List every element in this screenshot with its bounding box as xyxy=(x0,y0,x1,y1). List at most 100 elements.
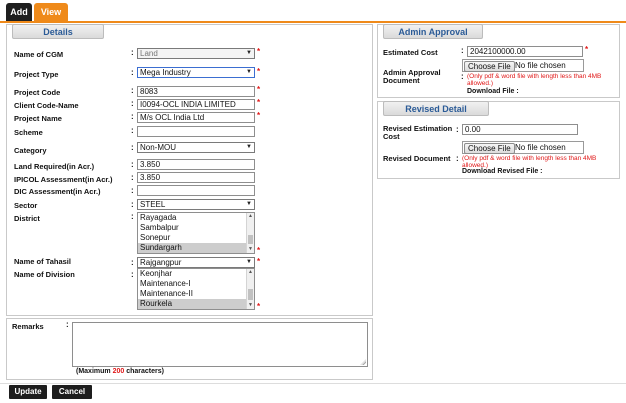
chevron-down-icon: ▼ xyxy=(246,50,252,56)
sector-label: Sector xyxy=(14,201,38,210)
scroll-thumb[interactable] xyxy=(248,289,253,300)
scheme-input[interactable] xyxy=(137,126,255,137)
list-item-selected[interactable]: Rourkela xyxy=(138,299,254,309)
admin-approval-header: Admin Approval xyxy=(383,24,483,39)
tab-add[interactable]: Add xyxy=(6,3,32,21)
remarks-textarea[interactable] xyxy=(72,322,368,367)
project-type-label: Project Type xyxy=(14,70,59,79)
list-item[interactable]: Keonjhar xyxy=(138,269,254,279)
colon: : xyxy=(131,112,134,121)
scroll-down-icon[interactable]: ▼ xyxy=(247,302,254,309)
scheme-label: Scheme xyxy=(14,128,43,137)
revised-cost-input[interactable]: 0.00 xyxy=(462,124,578,135)
colon: : xyxy=(461,72,464,81)
list-item[interactable]: Sonepur xyxy=(138,233,254,243)
list-item[interactable]: Sambalpur xyxy=(138,223,254,233)
dic-input[interactable] xyxy=(137,185,255,196)
scroll-up-icon[interactable]: ▲ xyxy=(247,213,254,220)
required-marker: * xyxy=(257,111,261,120)
colon: : xyxy=(456,125,459,134)
scrollbar[interactable]: ▲ ▼ xyxy=(246,213,254,253)
cancel-button[interactable]: Cancel xyxy=(52,385,92,399)
required-marker: * xyxy=(257,302,261,311)
remarks-note-prefix: (Maximum xyxy=(76,368,113,375)
admin-approval-file-input[interactable]: Choose File No file chosen xyxy=(462,59,584,72)
no-file-text: No file chosen xyxy=(515,61,566,70)
revised-file-note: (Only pdf & word file with length less t… xyxy=(462,155,597,169)
colon: : xyxy=(131,186,134,195)
list-item[interactable]: Rayagada xyxy=(138,213,254,223)
list-item-selected[interactable]: Sundargarh xyxy=(138,243,254,253)
revised-cost-label: Revised Estimation Cost xyxy=(383,124,453,141)
action-bar xyxy=(0,383,626,403)
project-name-label: Project Name xyxy=(14,114,62,123)
required-marker: * xyxy=(257,67,261,76)
tab-view[interactable]: View xyxy=(34,3,68,21)
download-file-label: Download File : xyxy=(467,88,519,95)
tahasil-select[interactable]: Rajgangpur ▼ xyxy=(137,257,255,268)
district-listbox[interactable]: Rayagada Sambalpur Sonepur Sundargarh ▲ … xyxy=(137,212,255,254)
required-marker: * xyxy=(585,45,589,54)
ipicol-input[interactable]: 3.850 xyxy=(137,172,255,183)
required-marker: * xyxy=(257,47,261,56)
no-file-text: No file chosen xyxy=(515,143,566,152)
scroll-down-icon[interactable]: ▼ xyxy=(247,246,254,253)
colon: : xyxy=(66,320,69,329)
sector-select[interactable]: STEEL ▼ xyxy=(137,199,255,210)
client-code-input[interactable]: I0094-OCL INDIA LIMITED xyxy=(137,99,255,110)
revised-detail-header: Revised Detail xyxy=(383,101,489,116)
revised-file-input[interactable]: Choose File No file chosen xyxy=(462,141,584,154)
colon: : xyxy=(461,46,464,55)
revised-document-label: Revised Document xyxy=(383,154,451,163)
division-listbox[interactable]: Keonjhar Maintenance-I Maintenance-II Ro… xyxy=(137,268,255,310)
category-label: Category xyxy=(14,146,47,155)
chevron-down-icon: ▼ xyxy=(246,259,252,265)
choose-file-button[interactable]: Choose File xyxy=(464,143,515,154)
land-required-input[interactable]: 3.850 xyxy=(137,159,255,170)
project-code-input[interactable]: 8083 xyxy=(137,86,255,97)
ipicol-label: IPICOL Assessment(in Acr.) xyxy=(14,175,113,184)
required-marker: * xyxy=(257,85,261,94)
colon: : xyxy=(131,258,134,267)
sector-value: STEEL xyxy=(140,200,166,209)
remarks-note-suffix: characters) xyxy=(124,368,164,375)
list-item[interactable]: Maintenance-II xyxy=(138,289,254,299)
colon: : xyxy=(131,173,134,182)
category-select[interactable]: Non-MOU ▼ xyxy=(137,142,255,153)
client-code-label: Client Code-Name xyxy=(14,101,79,110)
colon: : xyxy=(131,68,134,77)
choose-file-button[interactable]: Choose File xyxy=(464,61,515,72)
admin-file-note: (Only pdf & word file with length less t… xyxy=(467,73,602,87)
category-value: Non-MOU xyxy=(140,143,177,152)
colon: : xyxy=(456,154,459,163)
chevron-down-icon: ▼ xyxy=(246,144,252,150)
tahasil-value: Rajgangpur xyxy=(140,258,182,267)
project-type-value: Mega Industry xyxy=(140,68,191,77)
colon: : xyxy=(131,99,134,108)
list-item[interactable]: Maintenance-I xyxy=(138,279,254,289)
required-marker: * xyxy=(257,257,261,266)
cgm-select[interactable]: Land ▼ xyxy=(137,48,255,59)
scroll-thumb[interactable] xyxy=(248,235,253,244)
details-header: Details xyxy=(12,24,104,39)
scroll-up-icon[interactable]: ▲ xyxy=(247,269,254,276)
dic-label: DIC Assessment(in Acr.) xyxy=(14,187,101,196)
colon: : xyxy=(131,126,134,135)
colon: : xyxy=(131,200,134,209)
remarks-char-note: (Maximum 200 characters) xyxy=(76,368,164,375)
land-required-label: Land Required(in Acr.) xyxy=(14,162,95,171)
district-label: District xyxy=(14,214,40,223)
resize-grip-icon[interactable] xyxy=(360,359,366,365)
update-button[interactable]: Update xyxy=(9,385,47,399)
project-type-select[interactable]: Mega Industry ▼ xyxy=(137,67,255,78)
download-revised-file-label: Download Revised File : xyxy=(462,168,543,175)
cgm-value: Land xyxy=(140,49,158,58)
tab-bar: Add View xyxy=(0,0,626,23)
required-marker: * xyxy=(257,246,261,255)
scrollbar[interactable]: ▲ ▼ xyxy=(246,269,254,309)
admin-approval-document-label: Admin Approval Document xyxy=(383,68,441,85)
project-name-input[interactable]: M/s OCL India Ltd xyxy=(137,112,255,123)
colon: : xyxy=(131,48,134,57)
estimated-cost-input[interactable]: 2042100000.00 xyxy=(467,46,583,57)
tahasil-label: Name of Tahasil xyxy=(14,257,71,266)
